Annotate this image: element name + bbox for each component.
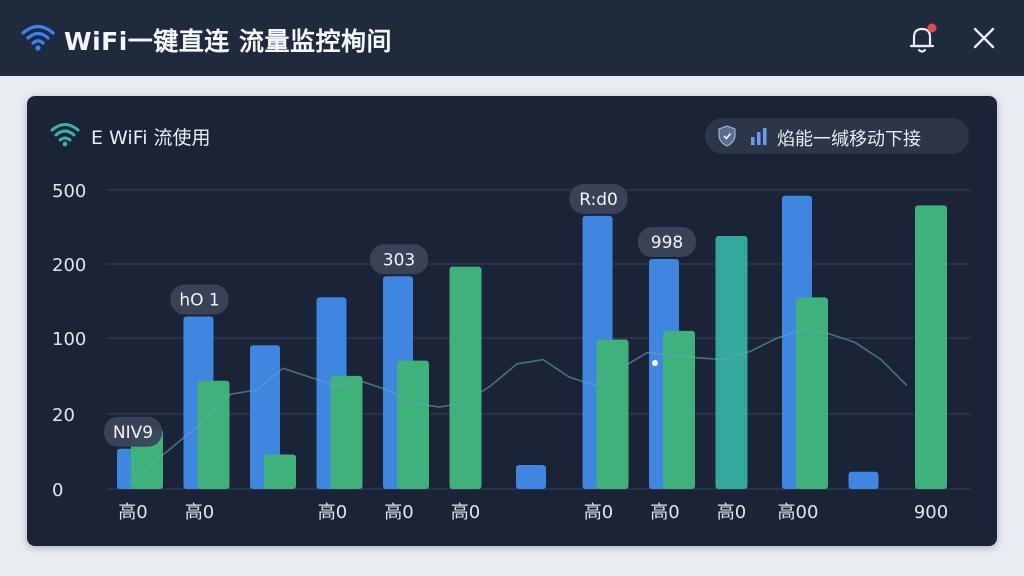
- wifi-icon: [50, 123, 80, 147]
- bar-series-2: [264, 454, 296, 489]
- signal-bars-icon: [751, 128, 767, 145]
- x-tick-label: 高0: [384, 502, 413, 523]
- tooltip-label: hO 1: [179, 291, 219, 311]
- tooltip-label: NIV9: [113, 423, 153, 443]
- x-tick-label: 高0: [584, 502, 613, 523]
- wifi-icon: [21, 24, 55, 51]
- shield-icon: [718, 125, 736, 147]
- y-tick-label: 0: [52, 480, 63, 501]
- x-tick-label: 高0: [717, 502, 746, 523]
- x-tick-label: 高0: [650, 502, 679, 523]
- bar-series-2: [330, 375, 363, 489]
- bar-series-2: [915, 205, 947, 489]
- close-icon[interactable]: [968, 22, 1000, 54]
- boost-toggle-chip[interactable]: 焰能一缄移动下接: [705, 118, 969, 154]
- chip-label: 焰能一缄移动下接: [777, 129, 921, 150]
- traffic-panel: 500 200 100 20 0 高0 高0 高0 高0 高0 高0 高0 高0 高00 900 NIV9 hO…: [27, 96, 997, 546]
- bar-series-2: [715, 236, 748, 489]
- bar-series-2: [796, 297, 828, 489]
- x-tick-label: 900: [914, 502, 948, 523]
- bell-icon[interactable]: [906, 22, 938, 56]
- tooltip-label: 303: [383, 250, 415, 270]
- x-tick-label: 高00: [778, 502, 819, 523]
- bar-series-2: [596, 339, 629, 489]
- y-tick-label: 100: [52, 329, 86, 350]
- bar-series-1: [848, 471, 879, 489]
- bar-series-2: [449, 266, 482, 489]
- bar-series-1: [516, 465, 546, 489]
- tooltip-label: 998: [651, 233, 683, 253]
- x-tick-label: 高0: [118, 502, 147, 523]
- x-tick-label: 高0: [318, 502, 347, 523]
- x-tick-label: 高0: [185, 502, 214, 523]
- title-bar: WiFi一键直连 流量监控栒间: [0, 0, 1024, 76]
- panel-title: E WiFi 流使用: [91, 127, 211, 149]
- y-tick-label: 200: [52, 255, 86, 276]
- y-tick-label: 20: [52, 405, 75, 426]
- x-tick-label: 高0: [451, 502, 480, 523]
- tooltip-label: R:d0: [579, 190, 618, 210]
- bar-series-2: [197, 380, 230, 489]
- bar-series-2: [397, 360, 429, 489]
- notification-dot: [927, 23, 937, 33]
- traffic-chart: 500200100200高0 高0 高0 高0 高0 高0 高0 高0 高00 900NIV9hO…: [52, 181, 971, 523]
- y-tick-label: 500: [52, 181, 86, 202]
- trend-point: [652, 360, 658, 366]
- window-title: WiFi一键直连 流量监控栒间: [64, 27, 392, 56]
